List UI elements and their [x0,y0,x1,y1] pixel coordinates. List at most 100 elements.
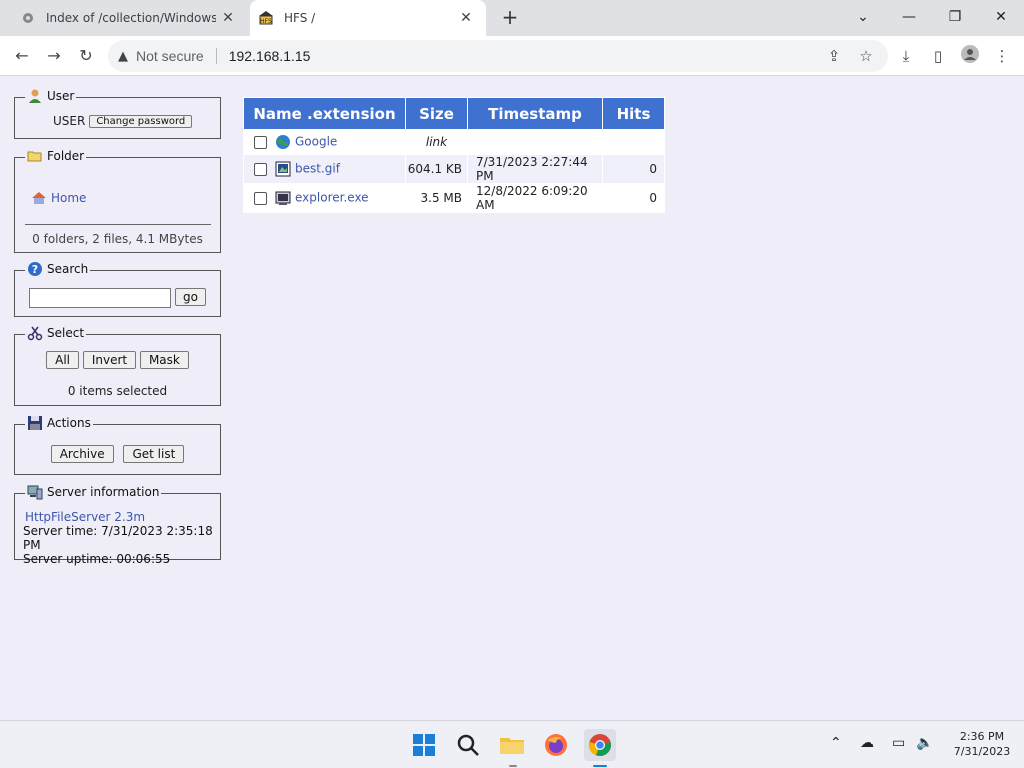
search-input[interactable] [29,288,171,308]
user-legend-label: User [47,89,75,103]
folder-summary: 0 folders, 2 files, 4.1 MBytes [32,232,203,246]
search-legend-label: Search [47,262,89,276]
close-tab-icon[interactable]: ✕ [220,10,236,26]
home-icon [31,190,47,206]
column-header-timestamp[interactable]: Timestamp [468,98,602,129]
name-cell: explorer.exe [244,184,405,212]
folder-open-icon [27,148,43,164]
file-link[interactable]: best.gif [295,162,340,176]
show-hidden-icons-chevron-icon[interactable]: ⌃ [830,735,842,751]
forward-button[interactable]: → [40,42,68,70]
select-invert-button[interactable]: Invert [82,351,137,369]
table-row: Google link [244,130,664,154]
hfs-version-link[interactable]: HttpFileServer 2.3m [25,510,220,524]
user-icon [27,88,43,104]
help-question-icon: ? [27,261,43,277]
divider [215,48,217,64]
row-checkbox[interactable] [254,191,267,205]
home-link[interactable]: Home [51,191,86,205]
close-tab-icon[interactable]: ✕ [458,10,474,26]
server-time: Server time: 7/31/2023 2:35:18 PM [23,524,213,552]
profile-avatar-icon[interactable] [958,44,982,68]
image-file-icon [275,161,291,177]
size-cell: 3.5 MB [406,184,467,212]
svg-text:?: ? [32,263,38,276]
back-button[interactable]: ← [8,42,36,70]
security-label[interactable]: Not secure [136,48,204,64]
hits-cell [603,130,664,154]
globe-icon [275,134,291,150]
svg-text:HFS: HFS [260,18,272,25]
menu-kebab-icon[interactable]: ⋮ [990,44,1014,68]
hits-cell: 0 [603,184,664,212]
size-cell: link [406,130,467,154]
file-explorer-icon[interactable] [496,729,528,761]
tab-hfs[interactable]: HFS HFS / ✕ [250,0,486,36]
download-icon[interactable]: ⤓ [894,44,918,68]
browser-toolbar: ← → ↻ ▲ Not secure 192.168.1.15 ⇪ ☆ ⤓ ▯ … [0,36,1024,76]
running-indicator [509,765,517,767]
file-link[interactable]: Google [295,135,337,149]
reload-button[interactable]: ↻ [72,42,100,70]
server-legend-label: Server information [47,485,160,499]
timestamp-cell [468,130,602,154]
name-cell: Google [244,130,405,154]
row-checkbox[interactable] [254,162,267,176]
share-icon[interactable]: ⇪ [822,44,846,68]
search-go-button[interactable]: go [175,288,206,306]
taskbar-clock[interactable]: 2:36 PM 7/31/2023 [944,729,1020,759]
warning-icon[interactable]: ▲ [118,49,128,64]
tab-index-collection[interactable]: Index of /collection/Windows 10 ✕ [12,0,248,36]
folder-favicon-icon [20,10,36,26]
column-header-size[interactable]: Size [406,98,467,129]
actions-legend-label: Actions [47,416,91,430]
firefox-icon[interactable] [540,729,572,761]
exe-file-icon [275,190,291,206]
address-bar[interactable]: ▲ Not secure 192.168.1.15 [108,40,888,72]
tab-search-chevron-icon[interactable]: ⌄ [848,4,878,30]
floppy-disk-icon [27,415,43,431]
url-text[interactable]: 192.168.1.15 [229,48,311,64]
tab-title: HFS / [284,11,316,25]
folder-divider [25,224,211,225]
select-legend-label: Select [47,326,85,340]
network-monitor-icon[interactable]: ▭ [892,735,905,751]
bookmark-star-icon[interactable]: ☆ [854,44,878,68]
new-tab-button[interactable]: + [498,6,522,30]
clock-time: 2:36 PM [959,730,1005,743]
onedrive-cloud-icon[interactable]: ☁ [860,735,874,751]
username: USER [53,114,86,128]
side-panel-icon[interactable]: ▯ [926,44,950,68]
server-computer-icon [27,484,43,500]
volume-speaker-icon[interactable]: 🔈 [916,735,933,751]
get-list-button[interactable]: Get list [123,445,185,463]
file-link[interactable]: explorer.exe [295,191,369,205]
size-cell: 604.1 KB [406,155,467,183]
column-header-name[interactable]: Name .extension [244,98,405,129]
row-checkbox[interactable] [254,135,267,149]
minimize-button[interactable]: — [894,4,924,30]
close-window-button[interactable]: ✕ [986,4,1016,30]
restore-button[interactable]: ❐ [940,4,970,30]
windows-taskbar: ⌃ ☁ ▭ 🔈 2:36 PM 7/31/2023 [0,720,1024,768]
server-info-panel: Server information HttpFileServer 2.3m S… [14,484,221,566]
server-legend: Server information [25,484,162,500]
folder-legend: Folder [25,148,87,164]
selection-status: 0 items selected [67,384,168,398]
table-row: explorer.exe 3.5 MB 12/8/2022 6:09:20 AM… [244,184,664,212]
timestamp-cell: 7/31/2023 2:27:44 PM [468,155,602,183]
table-row: best.gif 604.1 KB 7/31/2023 2:27:44 PM 0 [244,155,664,183]
change-password-button[interactable]: Change password [89,114,193,128]
select-all-button[interactable]: All [46,351,80,369]
chrome-icon[interactable] [584,729,616,761]
browser-tabstrip: Index of /collection/Windows 10 ✕ HFS HF… [0,0,1024,36]
column-header-hits[interactable]: Hits [603,98,664,129]
search-icon[interactable] [452,729,484,761]
start-windows-icon[interactable] [408,729,440,761]
active-indicator [593,765,607,767]
hfs-favicon-icon: HFS [258,10,274,26]
folder-legend-label: Folder [47,149,85,163]
select-mask-button[interactable]: Mask [139,351,189,369]
archive-button[interactable]: Archive [50,445,114,463]
select-panel: Select All Invert Mask 0 items selected [14,325,221,406]
